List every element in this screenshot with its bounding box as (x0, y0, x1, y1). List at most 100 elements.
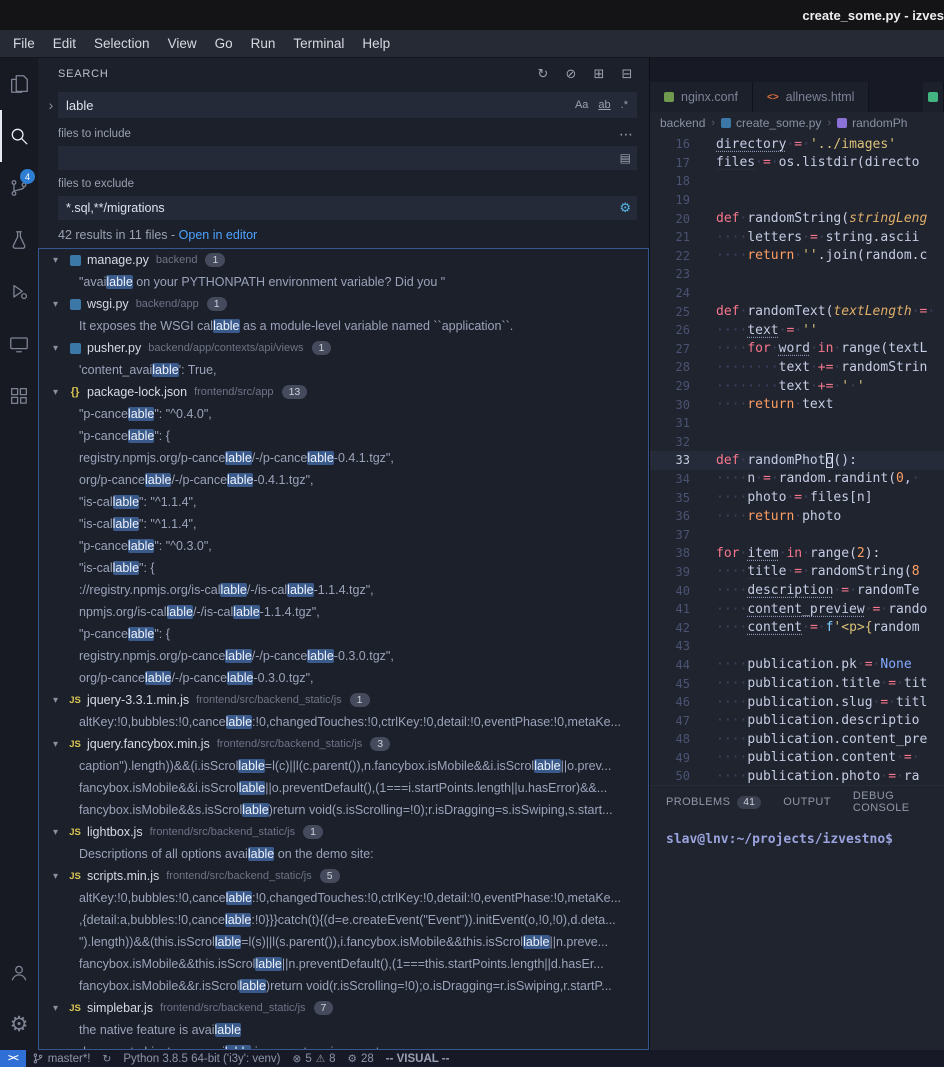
result-match-row[interactable]: registry.npmjs.org/p-cancelable/-/p-canc… (39, 645, 648, 667)
panel-tab-problems[interactable]: PROBLEMS 41 (666, 795, 762, 809)
editor-tab-allnews.html[interactable]: <> allnews.html (752, 82, 870, 112)
result-file-row[interactable]: ▾ JS jquery-3.3.1.min.js frontend/src/backe… (39, 689, 648, 711)
remote-explorer-activity-icon[interactable] (0, 318, 38, 370)
settings-gear-icon[interactable]: ⚙ (0, 998, 38, 1050)
result-file-row[interactable]: ▾ manage.py backend 1 (39, 249, 648, 271)
result-match-row[interactable]: the native feature is available (39, 1019, 648, 1041)
open-in-editor-link[interactable]: Open in editor (179, 228, 258, 242)
result-match-row[interactable]: "p-cancelable": "^0.3.0", (39, 535, 648, 557)
regex-icon[interactable]: .* (617, 98, 632, 112)
result-match-row[interactable]: "p-cancelable": { (39, 623, 648, 645)
result-match-row[interactable]: "p-cancelable": "^0.4.0", (39, 403, 648, 425)
source-control-activity-icon[interactable]: 4 (0, 162, 38, 214)
collapse-all-icon[interactable]: ⊟ (619, 66, 635, 82)
code-line[interactable]: 18 (650, 172, 944, 191)
match-case-icon[interactable]: Aa (571, 98, 592, 112)
files-exclude-input[interactable]: *.sql,**/migrations ⚙ (58, 196, 637, 220)
result-match-row[interactable]: npmjs.org/is-callable/-/is-callable-1.1.… (39, 601, 648, 623)
code-line[interactable]: 28 ········text·+=·randomStrin (650, 358, 944, 377)
result-match-row[interactable]: 'content_available': True, (39, 359, 648, 381)
open-new-search-editor-icon[interactable]: ⊞ (591, 66, 607, 82)
menu-selection[interactable]: Selection (85, 36, 159, 51)
code-line[interactable]: 17 files·=·os.listdir(directo (650, 154, 944, 173)
result-file-row[interactable]: ▾ JS scripts.min.js frontend/src/backend_st… (39, 865, 648, 887)
code-editor[interactable]: 16 directory·=·'../images' 17 files·=·os.li… (650, 134, 944, 785)
use-exclude-settings-icon[interactable]: ⚙ (619, 200, 631, 216)
result-match-row[interactable]: fancybox.isMobile&&r.isScrollable)return… (39, 975, 648, 997)
misc-status[interactable]: ⚙ 28 (342, 1053, 380, 1065)
refresh-icon[interactable]: ↻ (535, 66, 551, 82)
python-interpreter-status[interactable]: Python 3.8.5 64-bit ('i3y': venv) (117, 1053, 286, 1065)
code-line[interactable]: 26 ····text·=·'' (650, 321, 944, 340)
code-line[interactable]: 21 ····letters·=·string.ascii (650, 228, 944, 247)
editor-tab-nginx.conf[interactable]: nginx.conf (650, 82, 753, 112)
git-branch-status[interactable]: master*! (26, 1052, 97, 1065)
result-file-row[interactable]: ▾ wsgi.py backend/app 1 (39, 293, 648, 315)
sync-status[interactable]: ↻ (97, 1053, 118, 1065)
search-open-editors-icon[interactable]: ▤ (620, 151, 631, 165)
window-titlebar[interactable]: create_some.py - izves (0, 0, 944, 30)
files-include-input[interactable]: ▤ (58, 146, 637, 170)
code-line[interactable]: 23 (650, 265, 944, 284)
code-line[interactable]: 48 ····publication.content_pre (650, 730, 944, 749)
code-line[interactable]: 43 (650, 637, 944, 656)
code-line[interactable]: 19 (650, 191, 944, 210)
menu-view[interactable]: View (159, 36, 206, 51)
editor-tab-partial[interactable] (923, 82, 944, 112)
result-match-row[interactable]: registry.npmjs.org/p-cancelable/-/p-canc… (39, 447, 648, 469)
menu-edit[interactable]: Edit (44, 36, 85, 51)
toggle-replace-icon[interactable]: › (44, 97, 58, 113)
code-line[interactable]: 29 ········text·+=·'·' (650, 377, 944, 396)
panel-tab-output[interactable]: OUTPUT (783, 796, 831, 808)
breadcrumb-item-backend[interactable]: backend (660, 116, 705, 130)
result-match-row[interactable]: fancybox.isMobile&&i.isScrollable||o.pre… (39, 777, 648, 799)
code-line[interactable]: 34 ····n·=·random.randint(0,· (650, 470, 944, 489)
code-line[interactable]: 49 ····publication.content·=· (650, 749, 944, 768)
code-line[interactable]: 50 ····publication.photo·=·ra (650, 767, 944, 785)
code-line[interactable]: 45 ····publication.title·=·tit (650, 674, 944, 693)
code-line[interactable]: 42 ····content·=·f'<p>{random (650, 618, 944, 637)
problems-status[interactable]: ⊗ 5 ⚠ 8 (287, 1053, 342, 1065)
result-match-row[interactable]: "is-callable": "^1.1.4", (39, 513, 648, 535)
code-line[interactable]: 24 (650, 284, 944, 303)
terminal[interactable]: slav@lnv:~/projects/izvestno$ (650, 818, 944, 1050)
whole-word-icon[interactable]: ab (594, 98, 614, 112)
result-match-row[interactable]: "available on your PYTHONPATH environmen… (39, 271, 648, 293)
code-line[interactable]: 20 def·randomString(stringLeng (650, 209, 944, 228)
result-file-row[interactable]: ▾ JS lightbox.js frontend/src/backend_stati… (39, 821, 648, 843)
result-match-row[interactable]: document objects are available in curren… (39, 1041, 648, 1049)
remote-indicator[interactable]: >< (0, 1050, 26, 1067)
result-match-row[interactable]: caption").length))&&(i.isScrollable=l(c)… (39, 755, 648, 777)
extensions-activity-icon[interactable] (0, 370, 38, 422)
code-line[interactable]: 32 (650, 433, 944, 452)
toggle-search-details-icon[interactable]: ⋯ (619, 126, 633, 143)
code-line[interactable]: 47 ····publication.descriptio (650, 711, 944, 730)
code-line[interactable]: 27 ····for·word·in·range(textL (650, 340, 944, 359)
code-line[interactable]: 35 ····photo·=·files[n] (650, 488, 944, 507)
search-activity-icon[interactable] (0, 110, 38, 162)
result-match-row[interactable]: ://registry.npmjs.org/is-callable/-/is-c… (39, 579, 648, 601)
code-line[interactable]: 22 ····return·''.join(random.c (650, 247, 944, 266)
code-line[interactable]: 40 ····description·=·randomTe (650, 581, 944, 600)
run-debug-activity-icon[interactable] (0, 266, 38, 318)
code-line[interactable]: 30 ····return·text (650, 395, 944, 414)
menu-help[interactable]: Help (353, 36, 399, 51)
menu-file[interactable]: File (4, 36, 44, 51)
code-line[interactable]: 38 for·item·in·range(2): (650, 544, 944, 563)
code-line[interactable]: 39 ····title·=·randomString(8 (650, 563, 944, 582)
result-match-row[interactable]: org/p-cancelable/-/p-cancelable-0.4.1.tg… (39, 469, 648, 491)
code-line[interactable]: 16 directory·=·'../images' (650, 135, 944, 154)
result-match-row[interactable]: altKey:!0,bubbles:!0,cancelable:!0,chang… (39, 887, 648, 909)
search-input[interactable]: lable Aa ab .* (58, 92, 637, 118)
result-match-row[interactable]: ").length))&&(this.isScrollable=l(s)||l(… (39, 931, 648, 953)
result-match-row[interactable]: fancybox.isMobile&&this.isScrollable||n.… (39, 953, 648, 975)
menu-terminal[interactable]: Terminal (284, 36, 353, 51)
result-match-row[interactable]: "is-callable": "^1.1.4", (39, 491, 648, 513)
menu-go[interactable]: Go (206, 36, 242, 51)
code-line[interactable]: 37 (650, 525, 944, 544)
code-line[interactable]: 46 ····publication.slug·=·titl (650, 693, 944, 712)
result-match-row[interactable]: Descriptions of all options available on… (39, 843, 648, 865)
code-line[interactable]: 41 ····content_preview·=·rando (650, 600, 944, 619)
result-file-row[interactable]: ▾ pusher.py backend/app/contexts/api/views… (39, 337, 648, 359)
result-match-row[interactable]: org/p-cancelable/-/p-cancelable-0.3.0.tg… (39, 667, 648, 689)
